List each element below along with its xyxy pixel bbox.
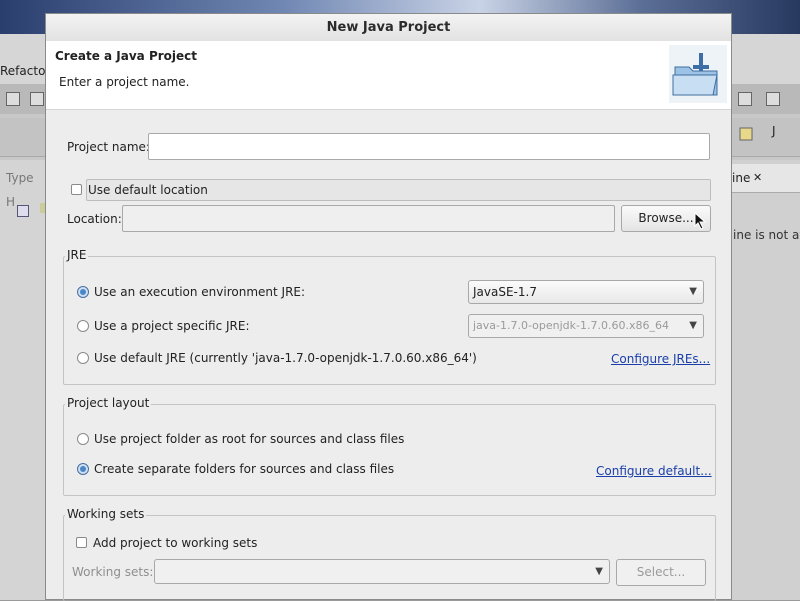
select-working-sets-button[interactable]: Select... xyxy=(616,559,706,586)
radio-exec-env[interactable] xyxy=(77,286,89,298)
working-sets-group-title: Working sets xyxy=(65,507,147,521)
outline-message: ine is not ava xyxy=(733,228,800,242)
add-to-working-sets-label: Add project to working sets xyxy=(93,536,258,550)
radio-project-specific[interactable] xyxy=(77,320,89,332)
chevron-down-icon: ▼ xyxy=(689,286,697,297)
chevron-down-icon: ▼ xyxy=(686,315,697,337)
project-specific-value: java-1.7.0-openjdk-1.7.0.60.x86_64 xyxy=(473,319,669,332)
perspective-icon[interactable] xyxy=(737,124,757,144)
working-sets-select[interactable]: ▼ xyxy=(154,559,610,584)
project-layout-group xyxy=(63,404,716,496)
java-perspective-label: J xyxy=(772,124,776,138)
project-specific-select[interactable]: java-1.7.0-openjdk-1.7.0.60.x86_64 ▼ xyxy=(468,314,704,338)
left-view-panel xyxy=(0,160,45,600)
working-sets-group xyxy=(63,515,716,601)
working-sets-label: Working sets: xyxy=(72,565,154,579)
menu-item-refactor[interactable]: Refactor xyxy=(0,64,50,78)
exec-env-select[interactable]: JavaSE-1.7 ▼ xyxy=(468,280,704,304)
radio-default-jre[interactable] xyxy=(77,352,89,364)
new-java-project-dialog: New Java Project Create a Java Project E… xyxy=(45,13,732,601)
exec-env-value: JavaSE-1.7 xyxy=(473,285,537,299)
use-default-location-frame: Use default location xyxy=(86,179,711,201)
mouse-cursor-icon xyxy=(694,211,708,230)
default-jre-label: Use default JRE (currently 'java-1.7.0-o… xyxy=(94,351,477,365)
project-root-label: Use project folder as root for sources a… xyxy=(94,432,405,446)
close-icon[interactable]: ✕ xyxy=(753,164,762,192)
project-name-label: Project name: xyxy=(67,140,150,154)
dialog-title: New Java Project xyxy=(46,14,731,42)
collapse-icon[interactable] xyxy=(17,205,29,217)
toolbar-icon[interactable] xyxy=(738,92,752,106)
add-to-working-sets-checkbox[interactable] xyxy=(76,537,87,548)
outline-tab-label: ine xyxy=(732,171,751,185)
banner-subtitle: Enter a project name. xyxy=(59,75,190,89)
wizard-banner: Create a Java Project Enter a project na… xyxy=(46,41,731,110)
separate-folders-label: Create separate folders for sources and … xyxy=(94,462,395,476)
right-view-panel xyxy=(732,160,800,600)
configure-jres-link[interactable]: Configure JREs... xyxy=(611,352,710,366)
use-default-location-checkbox[interactable] xyxy=(71,184,82,195)
toolbar-icon[interactable] xyxy=(6,92,20,106)
project-name-input[interactable] xyxy=(148,133,710,160)
project-specific-label: Use a project specific JRE: xyxy=(94,319,250,333)
location-input[interactable] xyxy=(122,205,615,232)
use-default-location-label: Use default location xyxy=(88,183,208,197)
outline-tab[interactable]: ine xyxy=(732,164,800,193)
type-hierarchy-tab[interactable]: Type H xyxy=(0,166,45,209)
radio-separate-folders[interactable] xyxy=(77,463,89,475)
folder-icon xyxy=(669,45,727,103)
chevron-down-icon: ▼ xyxy=(595,566,603,577)
banner-title: Create a Java Project xyxy=(55,49,198,63)
java-perspective-button[interactable]: J xyxy=(772,124,776,138)
radio-project-root[interactable] xyxy=(77,433,89,445)
configure-default-link[interactable]: Configure default... xyxy=(596,464,712,478)
exec-env-label: Use an execution environment JRE: xyxy=(94,285,306,299)
project-layout-group-title: Project layout xyxy=(65,396,152,410)
location-label: Location: xyxy=(67,212,122,226)
toolbar-icon[interactable] xyxy=(30,92,44,106)
toolbar-icon[interactable] xyxy=(766,92,780,106)
jre-group-title: JRE xyxy=(65,248,89,262)
